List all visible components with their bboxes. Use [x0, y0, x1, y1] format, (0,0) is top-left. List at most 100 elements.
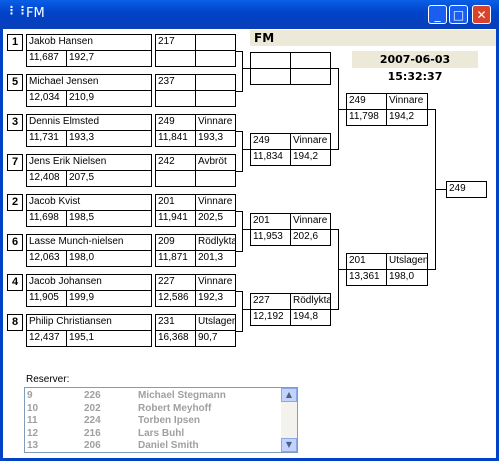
match-result-2: [195, 90, 236, 107]
match-result-1: [155, 170, 196, 187]
player-value-1: 12,408: [26, 170, 67, 187]
match-result-1: 11,871: [155, 250, 196, 267]
player-name: Jakob Hansen: [26, 34, 152, 51]
close-button[interactable]: ✕: [472, 5, 491, 24]
qf1-status: [290, 52, 331, 69]
bracket-connector: [242, 229, 250, 230]
match-result-1: [155, 50, 196, 67]
reserves-list[interactable]: 9 226 Michael Stegmann 10 202 Robert Meyhoff 1…: [24, 387, 298, 453]
seed-number: 2: [7, 194, 23, 211]
match-number: 231: [155, 314, 196, 331]
bracket-connector: [242, 291, 243, 332]
qf1-num: [250, 52, 291, 69]
sf1-num: 249: [346, 93, 387, 110]
qf1-r2: [290, 68, 331, 85]
sf2-r2: 198,0: [386, 269, 428, 286]
reserve-row[interactable]: 9 226 Michael Stegmann: [27, 389, 282, 402]
player-name: Dennis Elmsted: [26, 114, 152, 131]
maximize-button[interactable]: □: [449, 5, 468, 24]
match-status: [195, 34, 236, 51]
seed-number: 7: [7, 154, 23, 171]
match-result-2: [195, 50, 236, 67]
player-value-1: 12,063: [26, 250, 67, 267]
scroll-up-icon[interactable]: ▲: [281, 388, 297, 402]
qf2-r2: 194,2: [290, 149, 331, 166]
reserve-row[interactable]: 10 202 Robert Meyhoff: [27, 402, 282, 415]
match-result-2: 201,3: [195, 250, 236, 267]
qf4-r2: 194,8: [290, 309, 331, 326]
match-number: 242: [155, 154, 196, 171]
match-status: Vinnare: [195, 274, 236, 291]
sf1-r1: 11,798: [346, 109, 387, 126]
match-result-2: [195, 170, 236, 187]
reserve-row[interactable]: 12 216 Lars Buhl: [27, 427, 282, 440]
match-status: Vinnare: [195, 194, 236, 211]
player-value-2: 198,0: [66, 250, 152, 267]
qf3-r2: 202,6: [290, 229, 331, 246]
match-status: Rödlykta: [195, 234, 236, 251]
reserve-row[interactable]: 13 206 Daniel Smith: [27, 439, 282, 452]
match-status: Vinnare: [195, 114, 236, 131]
player-name: Jacob Kvist: [26, 194, 152, 211]
match-number: 201: [155, 194, 196, 211]
bracket-connector: [242, 211, 243, 252]
title-bar[interactable]: ⋮⋮ FM _ □ ✕: [0, 0, 499, 29]
timestamp: 2007-06-03 15:32:37: [352, 51, 478, 83]
seed-number: 3: [7, 114, 23, 131]
player-name: Jens Erik Nielsen: [26, 154, 152, 171]
qf2-status: Vinnare: [290, 133, 331, 150]
qf3-r1: 11,953: [250, 229, 291, 246]
minimize-button[interactable]: _: [428, 5, 447, 24]
qf2-num: 249: [250, 133, 291, 150]
reserves-scrollbar[interactable]: ▲ ▼: [281, 388, 297, 452]
seed-number: 8: [7, 314, 23, 331]
reserve-number: 202: [84, 402, 101, 414]
reserve-row[interactable]: 11 224 Torben Ipsen: [27, 414, 282, 427]
player-name: Lasse Munch-nielsen: [26, 234, 152, 251]
match-status: Avbröt: [195, 154, 236, 171]
reserve-position: 10: [27, 402, 39, 414]
player-value-2: 207,5: [66, 170, 152, 187]
player-value-2: 199,9: [66, 290, 152, 307]
match-result-1: 11,841: [155, 130, 196, 147]
qf3-num: 201: [250, 213, 291, 230]
qf2-r1: 11,834: [250, 149, 291, 166]
bracket-connector: [338, 109, 346, 110]
player-value-1: 11,698: [26, 210, 67, 227]
reserve-name: Michael Stegmann: [138, 390, 226, 401]
sf2-r1: 13,361: [346, 269, 387, 286]
bracket-connector: [242, 51, 243, 92]
scroll-down-icon[interactable]: ▼: [281, 438, 297, 452]
player-name: Philip Christiansen: [26, 314, 152, 331]
match-number: 209: [155, 234, 196, 251]
player-value-1: 11,905: [26, 290, 67, 307]
sf2-num: 201: [346, 253, 387, 270]
player-value-1: 12,437: [26, 330, 67, 347]
qf4-num: 227: [250, 293, 291, 310]
reserves-label: Reserver:: [26, 374, 70, 385]
qf4-r1: 12,192: [250, 309, 291, 326]
match-number: 237: [155, 74, 196, 91]
player-value-1: 11,687: [26, 50, 67, 67]
reserve-position: 13: [27, 440, 39, 451]
player-value-2: 192,7: [66, 50, 152, 67]
match-status: Utslagen: [195, 314, 236, 331]
bracket-connector: [435, 189, 446, 190]
bracket-connector: [242, 149, 250, 150]
player-value-1: 12,034: [26, 90, 67, 107]
qf1-r1: [250, 68, 291, 85]
bracket-connector: [242, 68, 250, 69]
sf1-status: Vinnare: [386, 93, 428, 110]
player-value-2: 210,9: [66, 90, 152, 107]
bracket-connector: [242, 131, 243, 172]
seed-number: 4: [7, 274, 23, 291]
bracket-connector: [338, 269, 346, 270]
player-value-2: 198,5: [66, 210, 152, 227]
final-num: 249: [446, 181, 487, 198]
match-number: 249: [155, 114, 196, 131]
player-name: Michael Jensen: [26, 74, 152, 91]
match-result-2: 202,5: [195, 210, 236, 227]
qf4-status: Rödlykta: [290, 293, 331, 310]
seed-number: 5: [7, 74, 23, 91]
reserve-number: 206: [84, 440, 101, 451]
